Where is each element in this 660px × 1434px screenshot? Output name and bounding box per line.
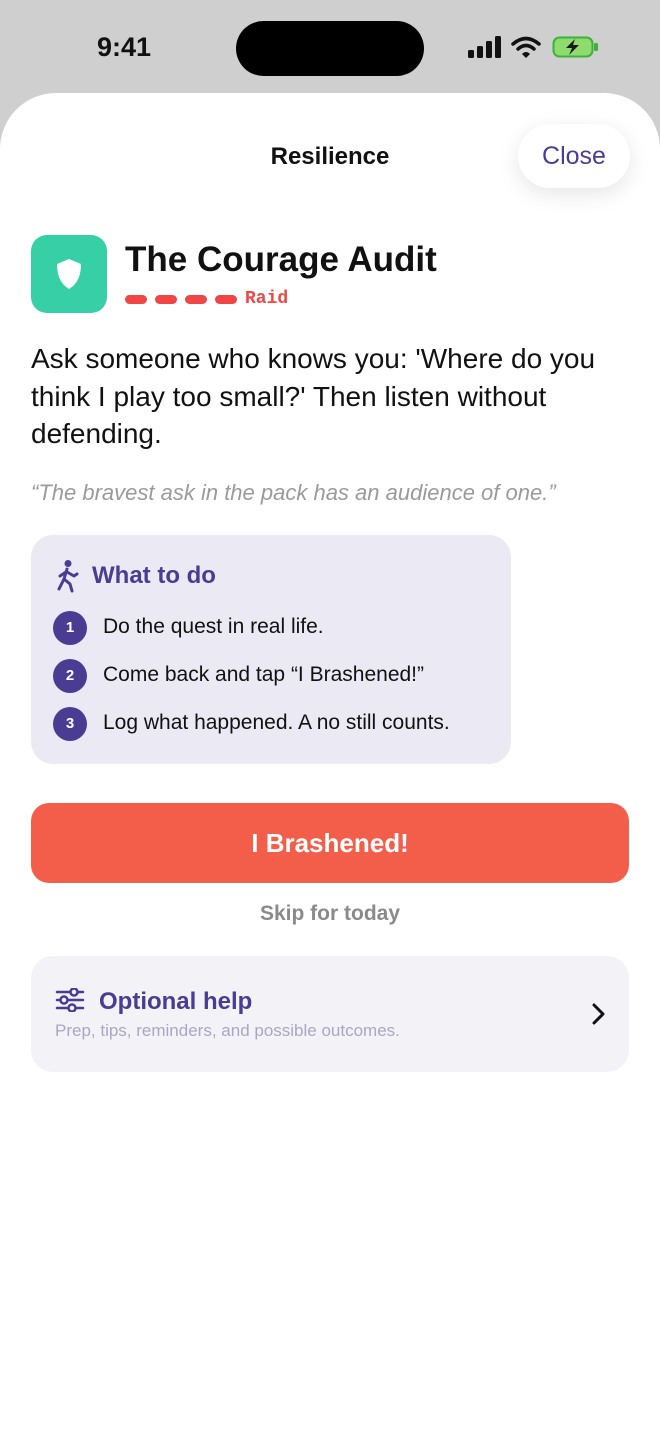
step-text: Log what happened. A no still counts.: [103, 711, 450, 734]
step-number: 2: [53, 659, 87, 693]
step-number: 1: [53, 611, 87, 645]
sliders-icon: [55, 988, 85, 1012]
dynamic-island: [236, 21, 424, 76]
chevron-right-icon: [592, 1003, 605, 1025]
quest-title: The Courage Audit: [125, 240, 437, 279]
difficulty-dash: [155, 295, 177, 304]
shield-icon: [57, 259, 81, 289]
signal-icon: [468, 36, 501, 58]
steps-card: What to do 1 Do the quest in real life. …: [31, 535, 511, 764]
difficulty-dash: [185, 295, 207, 304]
step-text: Come back and tap “I Brashened!”: [103, 663, 425, 686]
close-button[interactable]: Close: [518, 124, 630, 188]
status-bar: 9:41: [0, 0, 660, 96]
step-text: Do the quest in real life.: [103, 615, 324, 638]
quest-badge: [31, 235, 107, 313]
step-number: 3: [53, 707, 87, 741]
optional-help-row[interactable]: Optional help Prep, tips, reminders, and…: [31, 956, 629, 1072]
battery-charging-icon: [552, 36, 598, 58]
difficulty-dash: [125, 295, 147, 304]
walking-person-icon: [57, 560, 79, 593]
quest-quote: “The bravest ask in the pack has an audi…: [31, 480, 556, 505]
optional-help-subtitle: Prep, tips, reminders, and possible outc…: [55, 1021, 400, 1040]
quest-description: Ask someone who knows you: 'Where do you…: [31, 343, 596, 449]
difficulty-label: Raid: [245, 289, 289, 309]
i-brashened-button[interactable]: I Brashened!: [31, 803, 629, 883]
status-time: 9:41: [97, 32, 152, 62]
wifi-icon: [511, 36, 541, 58]
skip-for-today-link[interactable]: Skip for today: [0, 902, 660, 926]
difficulty-dash: [215, 295, 237, 304]
steps-title: What to do: [92, 562, 216, 589]
optional-help-title: Optional help: [99, 988, 253, 1015]
